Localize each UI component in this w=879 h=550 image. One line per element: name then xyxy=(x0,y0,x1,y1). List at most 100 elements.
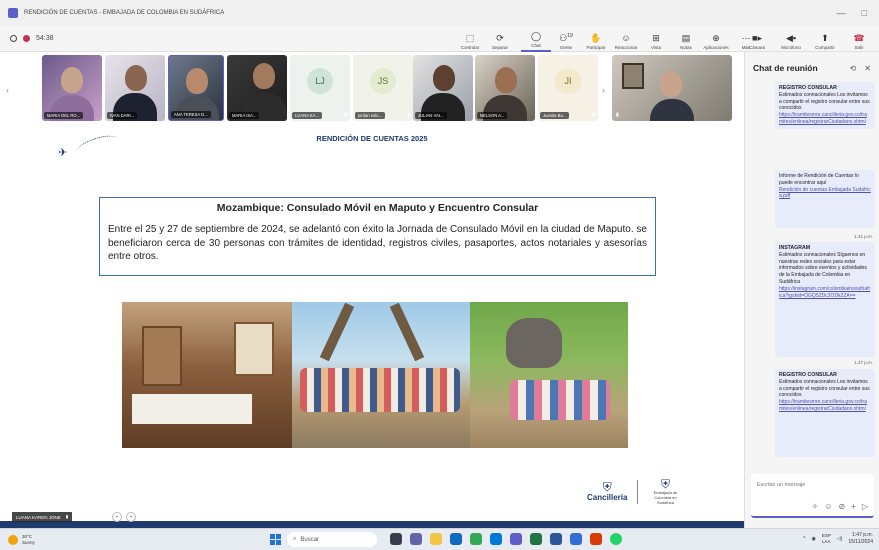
participant-tile[interactable]: JULIAN VAI... xyxy=(413,55,473,121)
participant-name: JULIAN VAI... xyxy=(415,112,447,119)
participant-tile[interactable]: JI Juanita Ba... ▮ xyxy=(538,55,598,121)
react-button[interactable]: ☺ Reaccionar xyxy=(611,26,641,52)
emoji-icon[interactable]: ☺ xyxy=(824,502,832,511)
excel-icon[interactable] xyxy=(530,533,542,545)
participant-tile[interactable]: MARIA ISA... xyxy=(227,55,287,121)
store-icon[interactable] xyxy=(570,533,582,545)
camera-icon: ■▸ xyxy=(752,33,762,43)
taskbar-search[interactable]: ⌕ Buscar xyxy=(287,532,377,547)
language-indicator[interactable]: ESP LAA xyxy=(822,533,831,545)
chat-compose-box[interactable]: Escribe un mensaje ✧ ☺ ⊘ + ▷ xyxy=(751,474,874,518)
mic-off-icon: ▮ xyxy=(407,112,410,118)
control-button[interactable]: ⬚ Controlar xyxy=(455,26,485,52)
participant-name: IVAN DARI... xyxy=(107,112,138,119)
weather-widget[interactable]: 30°C Sunny xyxy=(0,534,35,545)
outlook-icon[interactable] xyxy=(450,533,462,545)
participant-tile[interactable]: NELSON A... xyxy=(475,55,535,121)
chat-link[interactable]: https://tramitesmre.cancilleria.gov.co/t… xyxy=(779,399,867,412)
participant-tile[interactable]: MARIA DEL RO... xyxy=(42,55,102,121)
start-button[interactable] xyxy=(270,534,281,545)
mic-off-icon: ▮ xyxy=(65,514,69,519)
chat-message: INSTAGRAM Estimados connacionales Síguen… xyxy=(775,242,875,357)
meeting-toolbar: 54:38 ⬚ Controlar ⟳ Separar ◯ Chat ⚇19 Gente… xyxy=(0,26,879,52)
close-icon[interactable]: ✕ xyxy=(864,64,871,73)
participant-tile[interactable]: IVAN DARI... xyxy=(105,55,165,121)
chevron-right-icon[interactable]: › xyxy=(602,85,605,95)
leave-button[interactable]: ☎ Salir xyxy=(842,26,876,52)
task-view-icon[interactable] xyxy=(390,533,402,545)
brand-block: ⛨ Cancillería ⛨ Embajada de Colombia en … xyxy=(587,478,682,505)
attach-icon[interactable]: ⊘ xyxy=(838,502,845,511)
brand-sub: Embajada de Colombia en Sudáfrica xyxy=(653,490,678,505)
word-icon[interactable] xyxy=(550,533,562,545)
mic-button[interactable]: ◀▪ Micrófono xyxy=(774,26,808,52)
participant-tile[interactable]: LJ LUANA KA... ▮ xyxy=(290,55,350,121)
slide-text-box: Mozambique: Consulado Móvil en Maputo y … xyxy=(99,197,656,276)
camera-toggle[interactable]: ▪ xyxy=(112,512,122,522)
meeting-timer: 54:38 xyxy=(36,35,54,42)
apps-button[interactable]: ⊕ Aplicaciones xyxy=(701,26,731,52)
chat-message: REGISTRO CONSULAR Estimados connacionale… xyxy=(775,369,875,457)
recording-icon xyxy=(23,35,30,42)
shield-icon xyxy=(10,35,17,42)
photo-elephant-statue xyxy=(470,302,628,448)
people-icon: ⚇19 xyxy=(559,33,573,43)
chevron-up-icon[interactable]: ^ xyxy=(803,536,805,542)
file-explorer-icon[interactable] xyxy=(430,533,442,545)
participant-tile[interactable]: ANA TERESA D... xyxy=(168,55,224,121)
participant-avatar: LJ xyxy=(307,68,333,94)
participant-name: Juanita Ba... xyxy=(540,112,570,119)
share-button[interactable]: ⬆ Compartir xyxy=(808,26,842,52)
participant-name: MARIA ISA... xyxy=(229,112,260,119)
raise-hand-button[interactable]: ✋ Participar xyxy=(581,26,611,52)
participant-name: MARIA DEL RO... xyxy=(44,112,84,119)
message-time: 1:47 p.m. xyxy=(854,360,873,365)
mic-toggle[interactable]: ▪ xyxy=(126,512,136,522)
chat-link[interactable]: Rendición de cuentas Embajada Sudáfrica.… xyxy=(779,187,871,200)
clock[interactable]: 1:47 p.m. 15/11/2024 xyxy=(848,532,873,546)
edge-icon[interactable] xyxy=(490,533,502,545)
participant-name: ANA TERESA D... xyxy=(171,111,211,118)
teams-chat-icon[interactable] xyxy=(510,533,522,545)
network-icon[interactable]: ◉ xyxy=(811,536,815,542)
add-icon[interactable]: + xyxy=(851,502,856,511)
detach-button[interactable]: ⟳ Separar xyxy=(485,26,515,52)
participant-tile[interactable]: ▮ xyxy=(612,55,732,121)
wall-frame xyxy=(622,63,644,89)
teams-icon[interactable] xyxy=(410,533,422,545)
chat-message: Informe de Rendición de Cuentas lo puede… xyxy=(775,170,875,228)
send-icon[interactable]: ▷ xyxy=(862,502,868,511)
camera-button[interactable]: ■▸ Cámara xyxy=(740,26,774,52)
volume-icon[interactable]: ◁) xyxy=(837,536,843,542)
powerpoint-icon[interactable] xyxy=(590,533,602,545)
copilot-icon[interactable]: ✧ xyxy=(812,502,819,511)
self-view-controls: ▪ ▪ xyxy=(112,512,136,522)
chat-button[interactable]: ◯ Chat xyxy=(521,26,551,52)
search-icon: ⌕ xyxy=(293,536,297,542)
self-view-label: LUANA KAREN JONE ▮ xyxy=(12,512,73,522)
control-icon: ⬚ xyxy=(465,33,475,43)
message-time: 1:41 p.m. xyxy=(854,234,873,239)
people-count: 19 xyxy=(567,33,573,39)
minimize-button[interactable]: — xyxy=(837,8,846,18)
mic-off-icon: ▮ xyxy=(616,112,619,118)
view-button[interactable]: ⊞ Vista xyxy=(641,26,671,52)
participant-strip: ‹ MARIA DEL RO... IVAN DARI... ANA TERES… xyxy=(6,55,733,123)
participant-tile[interactable]: JS jordan solo... ▮ xyxy=(353,55,413,121)
participant-avatar: JS xyxy=(370,68,396,94)
participant-name: NELSON A... xyxy=(477,112,508,119)
whatsapp-icon[interactable] xyxy=(610,533,622,545)
chat-link[interactable]: https://instagram.com/colombiainsouthafr… xyxy=(779,286,870,299)
popout-icon[interactable]: ⟲ xyxy=(850,64,857,73)
photo-office xyxy=(122,302,292,448)
people-button[interactable]: ⚇19 Gente xyxy=(551,26,581,52)
chevron-left-icon[interactable]: ‹ xyxy=(6,85,9,95)
notes-button[interactable]: ▤ Notas xyxy=(671,26,701,52)
maximize-button[interactable]: □ xyxy=(862,8,867,18)
chat-link[interactable]: https://tramitesmre.cancilleria.gov.co/t… xyxy=(779,112,867,125)
teams-app-icon xyxy=(8,8,18,18)
leave-icon: ☎ xyxy=(853,33,865,43)
participant-name: jordan solo... xyxy=(355,112,385,119)
system-tray: ^ ◉ ESP LAA ◁) 1:47 p.m. 15/11/2024 xyxy=(803,532,873,546)
chrome-icon[interactable] xyxy=(470,533,482,545)
